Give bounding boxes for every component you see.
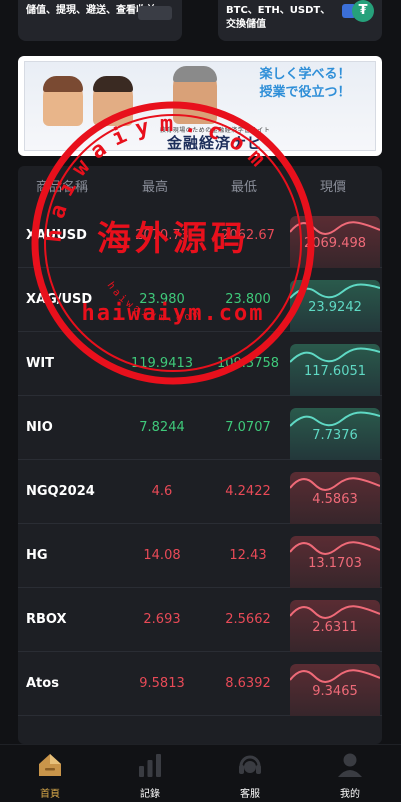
market-row[interactable]: Atos 9.5813 8.6392 9.3465 bbox=[18, 652, 382, 716]
current-price-sparkline: 23.9242 bbox=[290, 280, 380, 332]
current-price-sparkline: 4.5863 bbox=[290, 472, 380, 524]
high-price: 9.5813 bbox=[139, 676, 185, 691]
current-price: 4.5863 bbox=[312, 492, 358, 507]
header-high: 最高 bbox=[142, 180, 169, 195]
high-price: 23.980 bbox=[139, 292, 185, 307]
current-price-sparkline: 9.3465 bbox=[290, 664, 380, 716]
header-now: 現價 bbox=[320, 180, 347, 195]
deposit-withdraw-card[interactable]: 儲值、提現、避送、查看收益 bbox=[18, 0, 182, 41]
symbol-name: Atos bbox=[26, 676, 59, 691]
nav-home[interactable]: 首頁 bbox=[0, 745, 100, 802]
low-price: 2062.67 bbox=[221, 228, 275, 243]
low-price: 23.800 bbox=[225, 292, 271, 307]
current-price: 117.6051 bbox=[303, 364, 367, 379]
low-price: 12.43 bbox=[229, 548, 267, 563]
low-price: 8.6392 bbox=[225, 676, 271, 691]
symbol-name: XAUUSD bbox=[26, 228, 87, 243]
high-price: 119.9413 bbox=[130, 356, 194, 371]
promo-banner[interactable]: 楽しく学べる！ 授業で役立つ！ 教育現場のための金融経済学習サイト 金融経済ナビ bbox=[18, 56, 382, 156]
header-name: 商品名稱 bbox=[36, 180, 89, 195]
character-boy-illustration bbox=[93, 76, 133, 126]
market-table-header: 商品名稱 最高 最低 現價 bbox=[18, 166, 382, 204]
high-price: 4.6 bbox=[151, 484, 173, 499]
current-price: 23.9242 bbox=[308, 300, 362, 315]
home-icon bbox=[39, 754, 61, 776]
current-price: 2069.498 bbox=[303, 236, 367, 251]
low-price: 109.3758 bbox=[216, 356, 280, 371]
current-price-sparkline: 7.7376 bbox=[290, 408, 380, 460]
tether-icon: ₮ bbox=[352, 0, 374, 22]
current-price-sparkline: 117.6051 bbox=[290, 344, 380, 396]
symbol-name: HG bbox=[26, 548, 48, 563]
nav-profile-label: 我的 bbox=[340, 789, 360, 800]
nav-support[interactable]: 客服 bbox=[200, 745, 300, 802]
low-price: 7.0707 bbox=[225, 420, 271, 435]
current-price-sparkline: 2069.498 bbox=[290, 216, 380, 268]
crypto-deposit-card[interactable]: BTC、ETH、USDT、交換儲值 ₮ bbox=[218, 0, 382, 41]
current-price: 2.6311 bbox=[312, 620, 358, 635]
high-price: 7.8244 bbox=[139, 420, 185, 435]
market-row[interactable]: HG 14.08 12.43 13.1703 bbox=[18, 524, 382, 588]
symbol-name: NGQ2024 bbox=[26, 484, 95, 499]
nav-home-label: 首頁 bbox=[40, 789, 60, 800]
market-row[interactable]: WIT 119.9413 109.3758 117.6051 bbox=[18, 332, 382, 396]
symbol-name: XAG/USD bbox=[26, 292, 93, 307]
headset-icon bbox=[239, 755, 261, 774]
current-price: 9.3465 bbox=[312, 684, 358, 699]
current-price-sparkline: 13.1703 bbox=[290, 536, 380, 588]
low-price: 4.2422 bbox=[225, 484, 271, 499]
banner-slogan-line2: 授業で役立つ！ bbox=[259, 85, 351, 100]
symbol-name: WIT bbox=[26, 356, 55, 371]
nav-records-label: 記錄 bbox=[140, 789, 160, 800]
market-row[interactable]: RBOX 2.693 2.5662 2.6311 bbox=[18, 588, 382, 652]
banner-image: 楽しく学べる！ 授業で役立つ！ 教育現場のための金融経済学習サイト 金融経済ナビ bbox=[24, 61, 376, 152]
character-teacher-illustration bbox=[173, 66, 217, 124]
high-price: 2.693 bbox=[143, 612, 181, 627]
market-table: 商品名稱 最高 最低 現價 XAUUSD 2070.73 2062.67 2069.4… bbox=[18, 166, 382, 744]
banner-slogan: 楽しく学べる！ 授業で役立つ！ bbox=[235, 66, 375, 102]
high-price: 2070.73 bbox=[135, 228, 189, 243]
low-price: 2.5662 bbox=[225, 612, 271, 627]
bar-chart-icon bbox=[139, 754, 161, 777]
nav-records[interactable]: 記錄 bbox=[100, 745, 200, 802]
card-icon bbox=[138, 6, 172, 20]
user-icon bbox=[338, 753, 362, 777]
market-row[interactable]: NIO 7.8244 7.0707 7.7376 bbox=[18, 396, 382, 460]
crypto-deposit-text: BTC、ETH、USDT、交換儲值 bbox=[226, 5, 331, 30]
nav-support-label: 客服 bbox=[240, 789, 260, 800]
symbol-name: RBOX bbox=[26, 612, 67, 627]
current-price-sparkline: 2.6311 bbox=[290, 600, 380, 652]
market-row[interactable]: XAUUSD 2070.73 2062.67 2069.498 bbox=[18, 204, 382, 268]
market-row[interactable]: NGQ2024 4.6 4.2422 4.5863 bbox=[18, 460, 382, 524]
high-price: 14.08 bbox=[143, 548, 181, 563]
header-low: 最低 bbox=[231, 180, 258, 195]
banner-slogan-line1: 楽しく学べる！ bbox=[259, 67, 351, 82]
current-price: 7.7376 bbox=[312, 428, 358, 443]
top-feature-cards: 儲值、提現、避送、查看收益 BTC、ETH、USDT、交換儲值 ₮ bbox=[0, 0, 401, 42]
bottom-navigation: 首頁 記錄 客服 我的 bbox=[0, 744, 401, 802]
market-row[interactable]: XAG/USD 23.980 23.800 23.9242 bbox=[18, 268, 382, 332]
banner-title: 金融経済ナビ bbox=[166, 134, 263, 152]
current-price: 13.1703 bbox=[308, 556, 362, 571]
symbol-name: NIO bbox=[26, 420, 53, 435]
character-girl-illustration bbox=[43, 76, 83, 126]
nav-profile[interactable]: 我的 bbox=[300, 745, 400, 802]
